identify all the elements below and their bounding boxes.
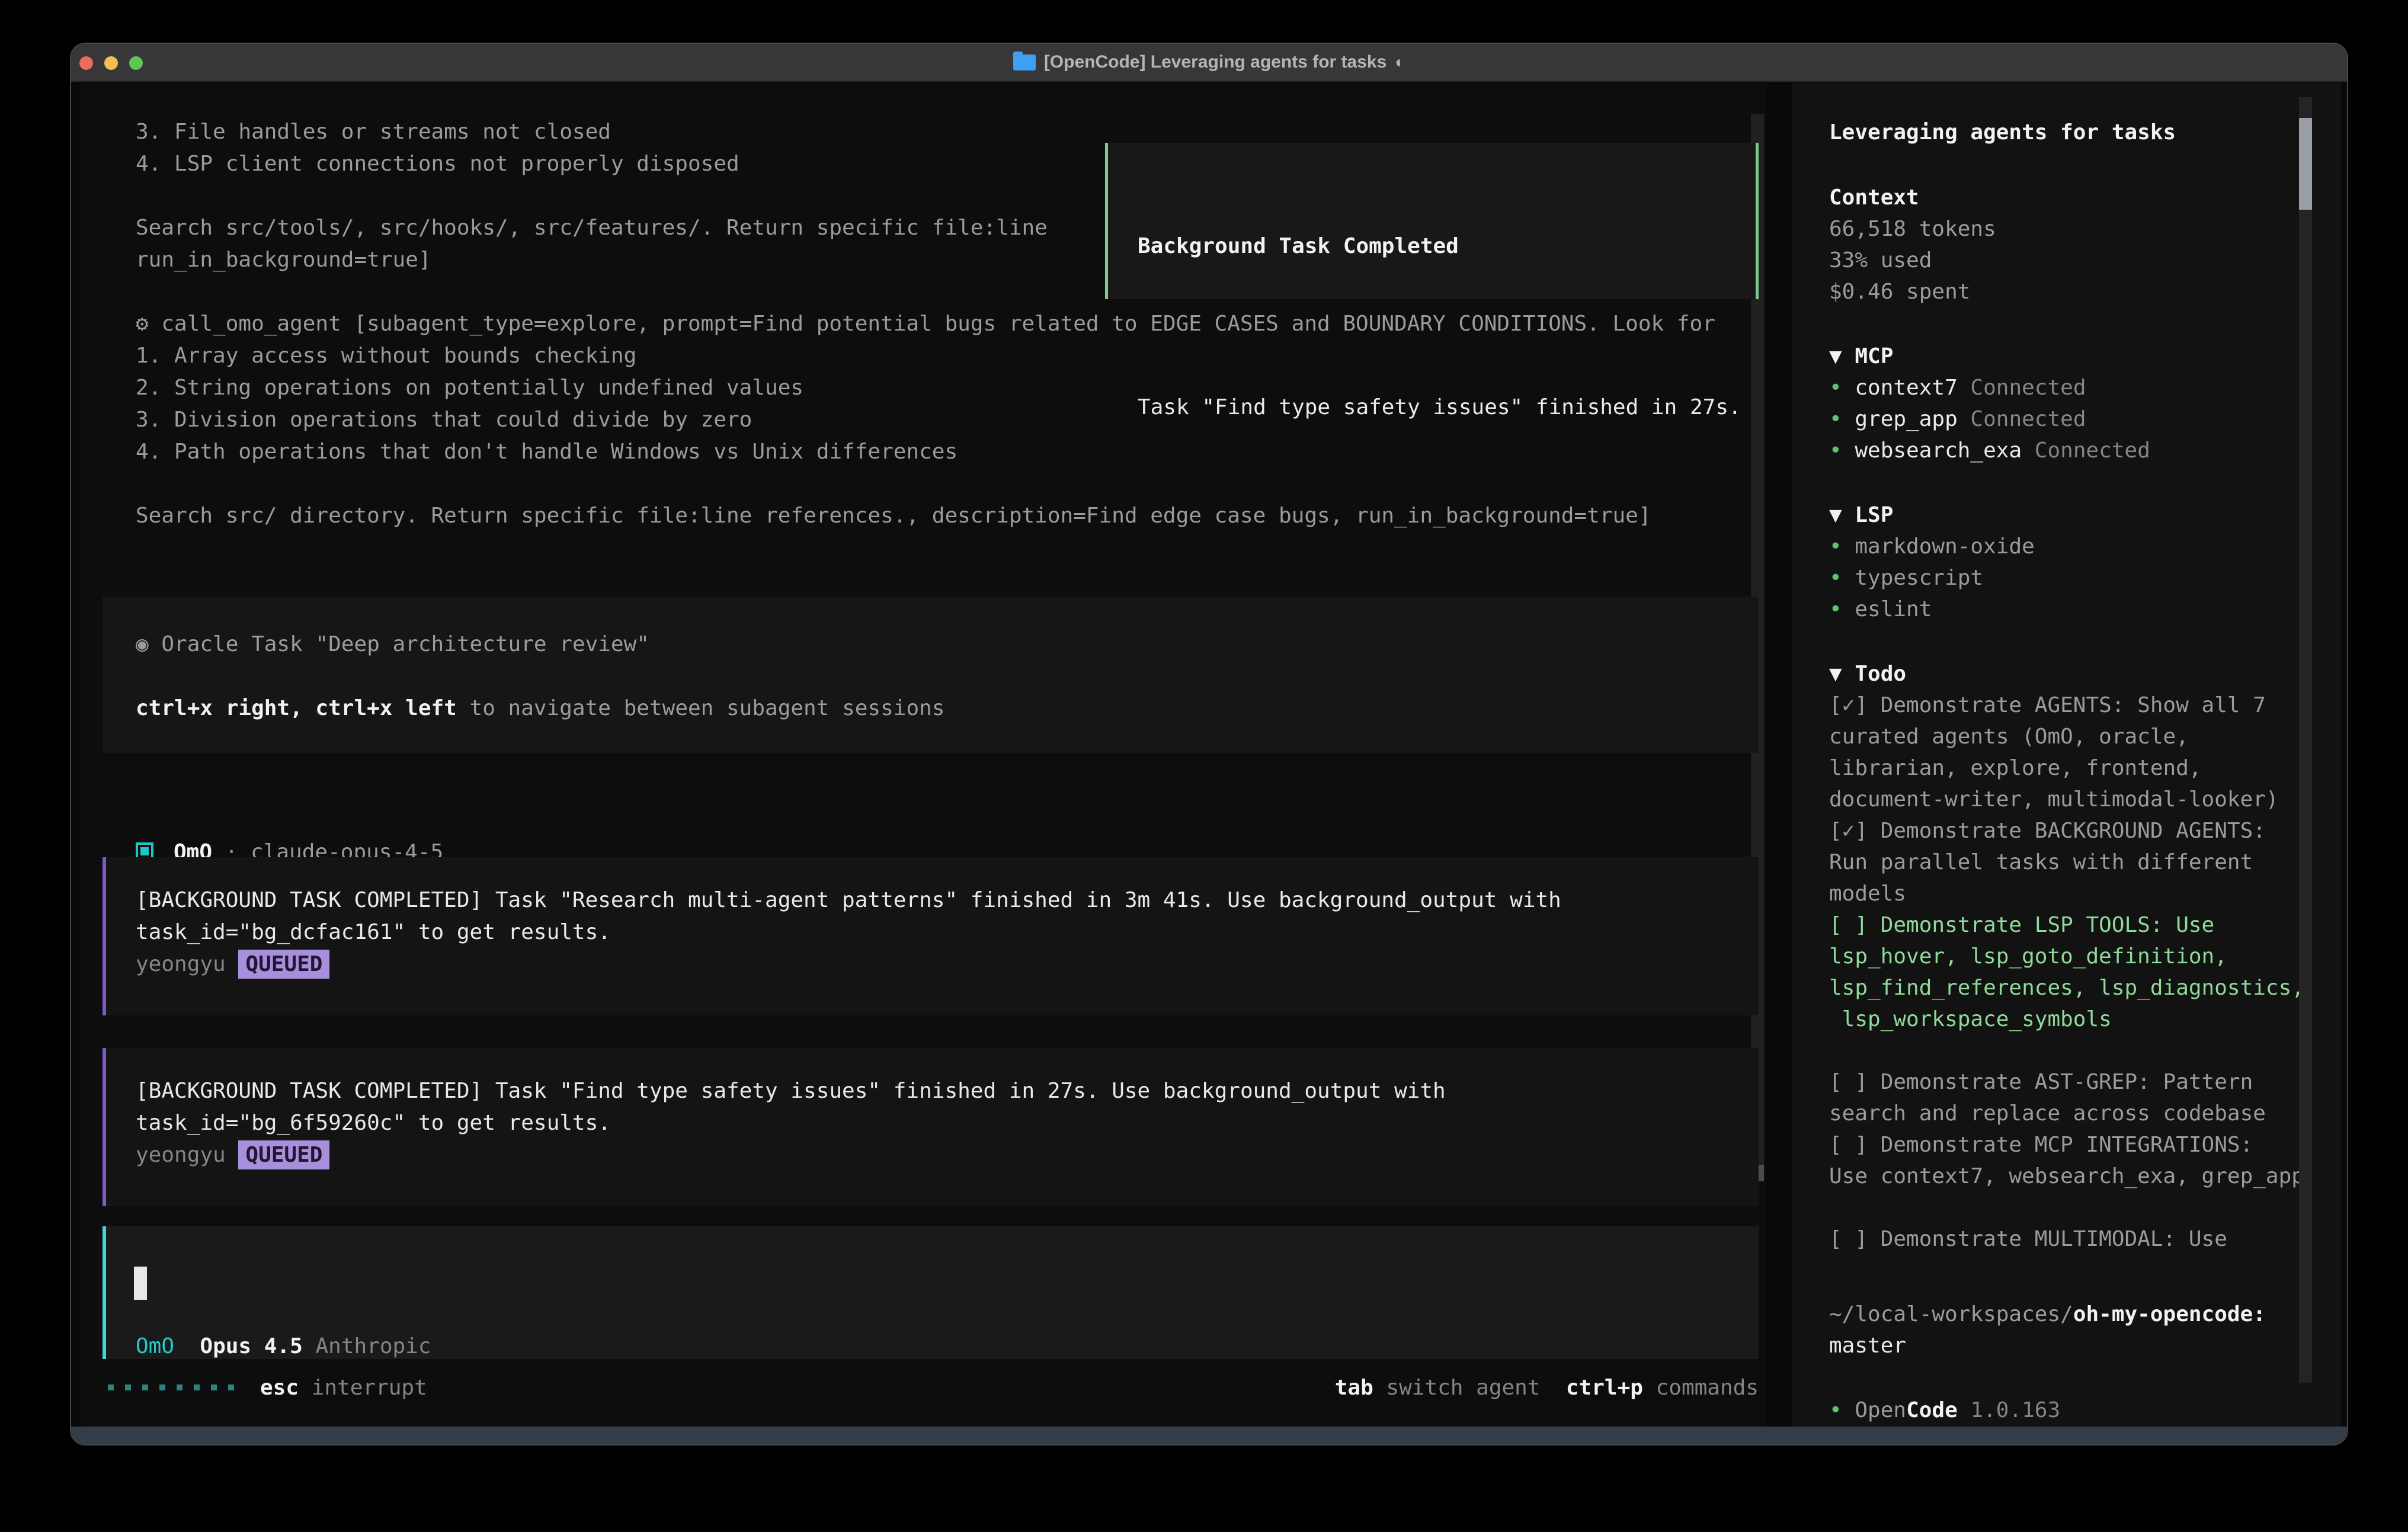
background-task-message-1[interactable]: [BACKGROUND TASK COMPLETED] Task "Resear… bbox=[103, 857, 1759, 1015]
background-task-notification[interactable]: Background Task Completed Task "Find typ… bbox=[1105, 143, 1759, 299]
spinner-dot bbox=[159, 1384, 165, 1390]
app-window: [OpenCode] Leveraging agents for tasks ◐… bbox=[70, 43, 2348, 1446]
sidebar-scrollbar-thumb[interactable] bbox=[2299, 118, 2312, 210]
spinner-dot bbox=[211, 1384, 217, 1390]
status-bar: esc interrupt tab switch agent ctrl+p co… bbox=[108, 1371, 1759, 1403]
session-sidebar: Leveraging agents for tasks Context66,51… bbox=[1792, 83, 2341, 1427]
spinner-dot bbox=[228, 1384, 234, 1390]
progress-spinner bbox=[108, 1384, 234, 1390]
background-task-message-2[interactable]: [BACKGROUND TASK COMPLETED] Task "Find t… bbox=[103, 1048, 1759, 1206]
notification-body: Task "Find type safety issues" finished … bbox=[1138, 392, 1741, 424]
spinner-dot bbox=[194, 1384, 200, 1390]
input-model-info: OmO Opus 4.5 Anthropic bbox=[136, 1331, 431, 1363]
context-section: Context66,518 tokens33% used$0.46 spent bbox=[1829, 182, 1996, 307]
close-button[interactable] bbox=[79, 56, 93, 70]
conversation-pane: 3. File handles or streams not closed4. … bbox=[81, 83, 1766, 1427]
mcp-section[interactable]: ▼ MCP• context7 Connected• grep_app Conn… bbox=[1829, 341, 2150, 466]
sidebar-scrollbar[interactable] bbox=[2299, 97, 2312, 1383]
workspace-path: ~/local-workspaces/oh-my-opencode:master bbox=[1829, 1299, 2266, 1361]
status-hint-interrupt: esc interrupt bbox=[260, 1376, 427, 1400]
sidebar-session-title: Leveraging agents for tasks bbox=[1829, 117, 2176, 148]
window-title-text: [OpenCode] Leveraging agents for tasks bbox=[1044, 52, 1386, 72]
spinner-dot bbox=[142, 1384, 148, 1390]
background-task-message-2-text: [BACKGROUND TASK COMPLETED] Task "Find t… bbox=[136, 1075, 1446, 1171]
spinner-dot bbox=[177, 1384, 182, 1390]
notification-title: Background Task Completed bbox=[1138, 230, 1741, 262]
spinner-dot bbox=[125, 1384, 131, 1390]
oracle-task-panel[interactable]: ◉ Oracle Task "Deep architecture review"… bbox=[103, 597, 1759, 753]
window-controls bbox=[79, 56, 143, 70]
app-version: • OpenCode 1.0.163 bbox=[1829, 1395, 2060, 1426]
window-bottom-edge bbox=[71, 1427, 2347, 1444]
prompt-input[interactable]: OmO Opus 4.5 Anthropic bbox=[103, 1226, 1759, 1359]
status-hints-right: tab switch agent ctrl+p commands bbox=[1335, 1376, 1759, 1400]
spinner-dot bbox=[108, 1384, 114, 1390]
window-title: [OpenCode] Leveraging agents for tasks ◐ bbox=[1013, 52, 1405, 72]
zoom-button[interactable] bbox=[129, 56, 143, 70]
todo-section[interactable]: ▼ Todo[✓] Demonstrate AGENTS: Show all 7… bbox=[1829, 658, 2304, 1255]
lsp-section[interactable]: ▼ LSP• markdown-oxide• typescript• eslin… bbox=[1829, 499, 2035, 625]
background-task-message-1-text: [BACKGROUND TASK COMPLETED] Task "Resear… bbox=[136, 884, 1561, 980]
folder-icon bbox=[1013, 55, 1036, 70]
session-state-icon: ◐ bbox=[1395, 53, 1405, 72]
titlebar[interactable]: [OpenCode] Leveraging agents for tasks ◐ bbox=[71, 44, 2347, 82]
oracle-task-text: ◉ Oracle Task "Deep architecture review"… bbox=[136, 629, 944, 725]
minimize-button[interactable] bbox=[104, 56, 118, 70]
text-cursor bbox=[134, 1267, 147, 1300]
